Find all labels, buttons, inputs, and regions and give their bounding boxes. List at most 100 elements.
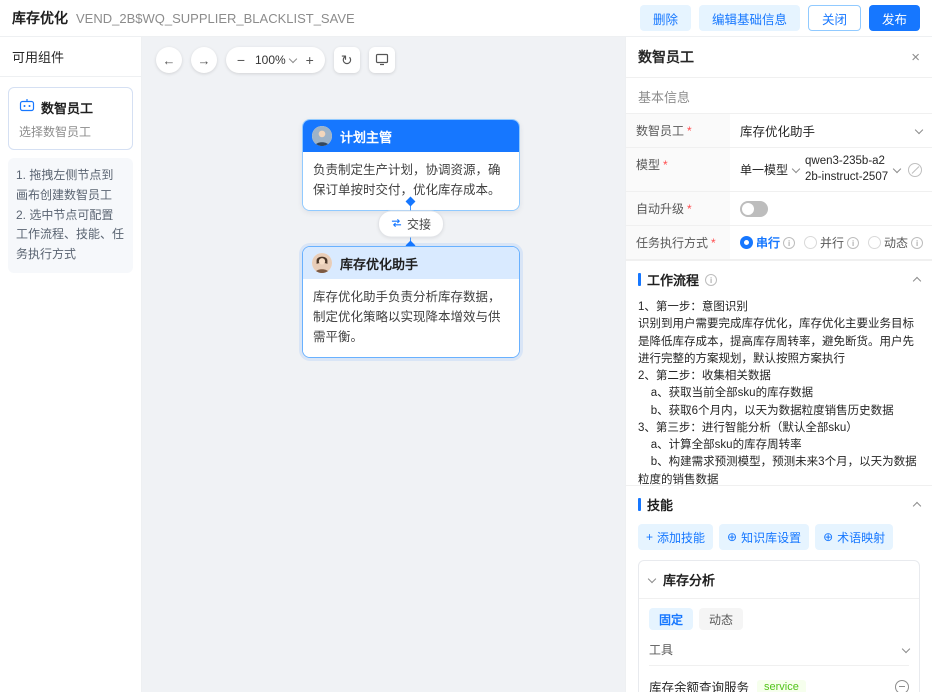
basic-info-label: 基本信息: [626, 78, 932, 113]
agent-select-value: 库存优化助手: [740, 121, 815, 140]
service-tag: service: [757, 680, 806, 692]
close-button[interactable]: 关闭: [808, 5, 861, 31]
node-desc: 库存优化助手负责分析库存数据，制定优化策略以实现降本增效与供需平衡。: [303, 279, 519, 357]
page-title: 库存优化: [12, 8, 68, 28]
redo-icon: →: [198, 53, 211, 68]
node-header: 计划主管: [303, 120, 519, 152]
chevron-down-icon: [893, 164, 901, 172]
remove-tool-icon[interactable]: [895, 680, 909, 692]
collapse-icon[interactable]: [913, 501, 921, 509]
component-desc: 选择数智员工: [19, 123, 122, 140]
fit-view-button[interactable]: [369, 47, 395, 73]
undo-icon: ←: [163, 53, 176, 68]
delete-button[interactable]: 删除: [640, 5, 691, 31]
required-mark: *: [687, 202, 692, 216]
panel-body: 基本信息 数智员工* 库存优化助手 模型*: [626, 78, 932, 692]
circle-plus-icon: ⊕: [727, 530, 737, 544]
node-title: 计划主管: [340, 127, 392, 146]
refresh-icon: ↻: [341, 52, 353, 69]
skills-title: 技能: [647, 495, 673, 514]
knowledge-base-settings-button[interactable]: ⊕ 知识库设置: [719, 524, 809, 550]
refresh-button[interactable]: ↻: [334, 47, 360, 73]
exec-serial-radio[interactable]: 串行: [740, 234, 795, 251]
skills-section-header[interactable]: 技能: [626, 485, 932, 522]
plus-icon: +: [306, 52, 314, 68]
node-inventory-assistant[interactable]: 库存优化助手 库存优化助手负责分析库存数据，制定优化策略以实现降本增效与供需平衡…: [302, 246, 520, 358]
info-icon: [705, 274, 717, 286]
undo-button[interactable]: ←: [156, 47, 182, 73]
zoom-out-button[interactable]: −: [231, 52, 251, 68]
collapse-icon[interactable]: [913, 276, 921, 284]
disabled-icon[interactable]: [908, 163, 922, 177]
add-skill-button[interactable]: + 添加技能: [638, 524, 713, 550]
component-card-agent[interactable]: 数智员工 选择数智员工: [8, 87, 133, 150]
model-field-row: 模型* 单一模型 qwen3-235b-a22b-instruct-2507: [626, 148, 932, 192]
minus-icon: −: [237, 52, 245, 68]
panel-header: 数智员工 ×: [626, 37, 932, 78]
model-mode-select[interactable]: 单一模型: [740, 161, 799, 178]
top-bar: 库存优化 VEND_2B$WQ_SUPPLIER_BLACKLIST_SAVE …: [0, 0, 932, 37]
edge-label-badge[interactable]: 交接: [378, 211, 444, 238]
tool-name: 库存余额查询服务: [649, 677, 749, 692]
chevron-down-icon: [288, 55, 296, 63]
exec-mode-label: 任务执行方式*: [626, 226, 730, 259]
sidebar-title: 可用组件: [0, 37, 141, 77]
auto-upgrade-label: 自动升级*: [626, 192, 730, 225]
edge-label: 交接: [407, 216, 431, 233]
model-name-value: qwen3-235b-a22b-instruct-2507: [805, 154, 889, 185]
redo-button[interactable]: →: [191, 47, 217, 73]
config-panel: 数智员工 × 基本信息 数智员工* 库存优化助手 模型*: [625, 37, 932, 692]
chevron-down-icon: [902, 644, 910, 652]
exec-dynamic-radio[interactable]: 动态: [868, 234, 923, 251]
basic-info-form: 数智员工* 库存优化助手 模型* 单一模型: [626, 113, 932, 260]
workflow-text[interactable]: 1、第一步：意图识别 识别到用户需要完成库存优化，库存优化主要业务目标是降低库存…: [626, 297, 932, 485]
fit-view-icon: [375, 52, 389, 69]
radio-icon: [868, 236, 881, 249]
auto-upgrade-toggle[interactable]: [740, 201, 768, 217]
exec-parallel-radio[interactable]: 并行: [804, 234, 859, 251]
agent-select[interactable]: 库存优化助手: [730, 114, 932, 147]
tools-header[interactable]: 工具: [649, 630, 909, 665]
zoom-control: − 100% +: [226, 47, 325, 73]
required-mark: *: [663, 158, 668, 172]
tab-fixed[interactable]: 固定: [649, 608, 693, 630]
zoom-level: 100%: [255, 53, 286, 67]
node-header: 库存优化助手: [303, 247, 519, 279]
flow-canvas[interactable]: ← → − 100% + ↻: [142, 37, 625, 692]
plus-icon: +: [646, 530, 653, 544]
zoom-level-dropdown[interactable]: 100%: [251, 53, 300, 67]
close-icon[interactable]: ×: [911, 50, 920, 65]
page-subtitle: VEND_2B$WQ_SUPPLIER_BLACKLIST_SAVE: [76, 11, 355, 26]
tools-label: 工具: [649, 641, 673, 658]
radio-selected-icon: [740, 236, 753, 249]
node-title: 库存优化助手: [340, 254, 418, 273]
agent-field-label: 数智员工*: [626, 114, 730, 147]
term-mapping-button[interactable]: ⊕ 术语映射: [815, 524, 893, 550]
avatar: [312, 253, 332, 273]
skill-group-header[interactable]: 库存分析: [639, 561, 919, 599]
required-mark: *: [711, 236, 716, 250]
skill-mode-tabs: 固定 动态: [649, 608, 909, 630]
info-icon: [847, 237, 859, 249]
workflow-section-header[interactable]: 工作流程: [626, 260, 932, 297]
canvas-toolbar: ← → − 100% + ↻: [156, 47, 395, 73]
chevron-down-icon: [915, 125, 923, 133]
section-bar: [638, 498, 641, 511]
handoff-icon: [391, 217, 402, 231]
edit-basic-info-button[interactable]: 编辑基础信息: [699, 5, 800, 31]
tab-dynamic[interactable]: 动态: [699, 608, 743, 630]
exec-mode-row: 任务执行方式* 串行 并行: [626, 226, 932, 260]
zoom-in-button[interactable]: +: [300, 52, 320, 68]
agent-field-row: 数智员工* 库存优化助手: [626, 114, 932, 148]
model-name-select[interactable]: qwen3-235b-a22b-instruct-2507: [805, 154, 902, 185]
publish-button[interactable]: 发布: [869, 5, 920, 31]
workflow-title: 工作流程: [647, 270, 699, 289]
required-mark: *: [687, 124, 692, 138]
panel-title: 数智员工: [638, 47, 694, 67]
chevron-down-icon: [792, 164, 800, 172]
component-name: 数智员工: [41, 98, 93, 117]
info-icon: [783, 237, 795, 249]
tool-row: 库存余额查询服务 service: [649, 665, 909, 692]
robot-icon: [19, 97, 35, 118]
auto-upgrade-row: 自动升级*: [626, 192, 932, 226]
